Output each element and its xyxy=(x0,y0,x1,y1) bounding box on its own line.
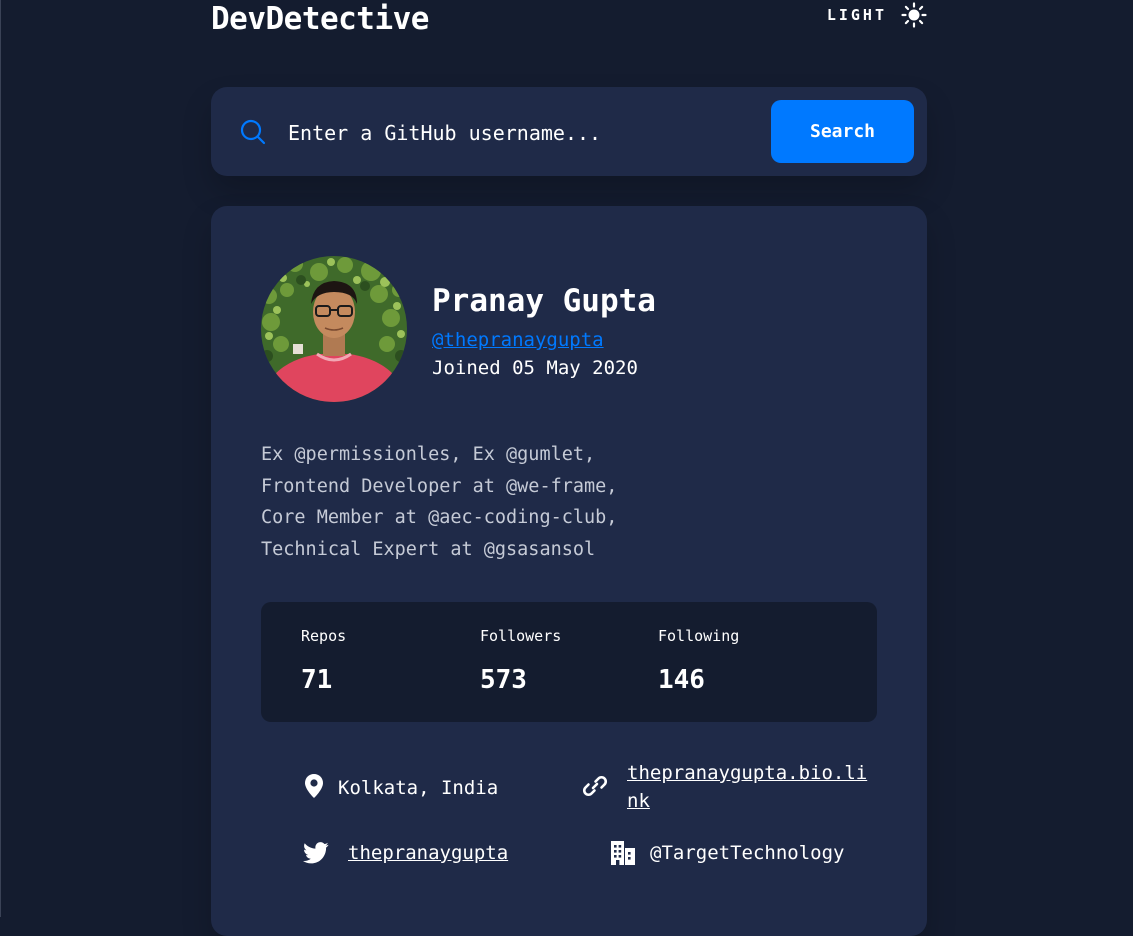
profile-joined-date: Joined 05 May 2020 xyxy=(432,357,638,379)
profile-card: Pranay Gupta @thepranaygupta Joined 05 M… xyxy=(211,206,927,936)
theme-toggle-button[interactable]: LIGHT xyxy=(827,2,927,28)
search-button[interactable]: Search xyxy=(771,100,914,163)
twitter-handle-link[interactable]: thepranaygupta xyxy=(348,839,508,867)
app-header: DevDetective LIGHT xyxy=(211,0,927,40)
stat-following-value: 146 xyxy=(658,665,705,695)
link-company: @TargetTechnology xyxy=(610,840,844,867)
avatar xyxy=(261,256,407,402)
stat-followers-value: 573 xyxy=(480,665,527,695)
search-bar: Search xyxy=(211,87,927,176)
bio-line: Frontend Developer at @we-frame, xyxy=(261,475,618,497)
app-container: DevDetective LIGHT Enter a GitHub userna… xyxy=(211,0,927,936)
profile-login-link[interactable]: @thepranaygupta xyxy=(432,328,604,352)
profile-bio: Ex @permissionles, Ex @gumlet, Frontend … xyxy=(261,439,681,565)
profile-name: Pranay Gupta xyxy=(432,283,656,319)
link-twitter[interactable]: thepranaygupta xyxy=(303,840,508,867)
bio-line: Technical Expert at @gsasansol xyxy=(261,538,596,560)
website-url-line2[interactable]: nk xyxy=(627,787,867,815)
theme-toggle-label: LIGHT xyxy=(826,6,887,24)
search-input[interactable] xyxy=(286,111,760,155)
twitter-icon xyxy=(303,840,329,866)
link-icon xyxy=(582,773,608,799)
sun-icon xyxy=(901,2,927,28)
stat-repos: Repos 71 xyxy=(301,626,346,696)
stat-repos-value: 71 xyxy=(301,665,333,695)
company-building-icon xyxy=(610,840,636,866)
location-pin-icon xyxy=(301,773,327,799)
profile-links: Kolkata, India thepranaygupta.bio.li nk xyxy=(261,762,877,882)
company-text: @TargetTechnology xyxy=(650,842,845,864)
search-icon xyxy=(240,119,266,145)
stats-panel: Repos 71 Followers 573 Following 146 xyxy=(261,602,877,722)
stat-following-label: Following xyxy=(658,627,740,645)
website-url-line1[interactable]: thepranaygupta.bio.li xyxy=(627,759,867,787)
stat-following: Following 146 xyxy=(658,626,739,696)
stat-followers-label: Followers xyxy=(480,627,562,645)
bio-line: Ex @permissionles, Ex @gumlet, xyxy=(261,444,596,465)
stat-followers: Followers 573 xyxy=(480,626,561,696)
stat-repos-label: Repos xyxy=(301,627,347,645)
link-website[interactable]: thepranaygupta.bio.li nk xyxy=(582,762,867,815)
location-text: Kolkata, India xyxy=(338,777,499,799)
website-link-text[interactable]: thepranaygupta.bio.li nk xyxy=(627,759,867,815)
bio-line: Core Member at @aec-coding-club, xyxy=(261,507,618,528)
link-location: Kolkata, India xyxy=(301,773,498,802)
app-title: DevDetective xyxy=(211,1,429,37)
